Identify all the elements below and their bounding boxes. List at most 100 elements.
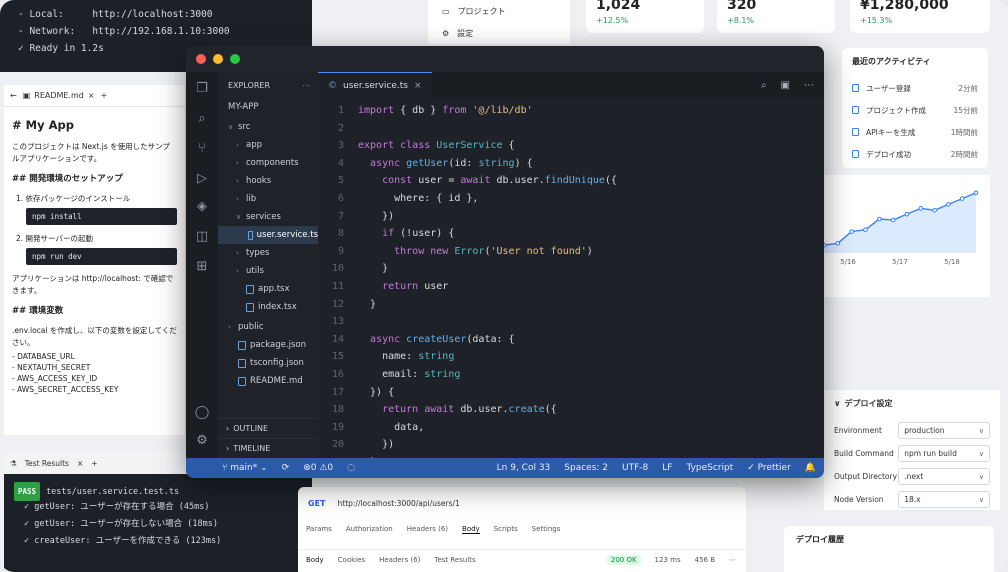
chart-point xyxy=(904,211,910,217)
tab-params[interactable]: Params xyxy=(306,525,332,533)
broadcast-icon[interactable]: ◌ xyxy=(347,463,355,473)
add-tab-icon[interactable]: + xyxy=(101,91,108,100)
problems-icon[interactable]: ⊗0 ⚠0 xyxy=(303,463,333,473)
cursor-position[interactable]: Ln 9, Col 33 xyxy=(497,463,551,473)
more-icon[interactable]: ⋯ xyxy=(729,556,736,564)
tree-file[interactable]: README.md xyxy=(218,372,318,390)
deploy-row-node: Node Version 18.x ∨ xyxy=(834,488,990,511)
close-icon[interactable]: × xyxy=(77,459,83,468)
more-icon[interactable]: ⋯ xyxy=(302,81,310,90)
tree-file[interactable]: user.service.ts xyxy=(218,226,318,244)
project-folder[interactable]: MY-APP xyxy=(218,98,318,116)
resp-tab-tests[interactable]: Test Results xyxy=(434,556,475,564)
line-ending[interactable]: LF xyxy=(662,463,672,473)
tab-headers[interactable]: Headers (6) xyxy=(407,525,448,533)
bell-icon[interactable]: 🔔 xyxy=(805,463,816,473)
request-url[interactable]: http://localhost:3000/api/users/1 xyxy=(338,499,460,508)
gear-icon[interactable]: ⚙ xyxy=(194,432,210,448)
activity-item[interactable]: プロジェクト作成 15分前 xyxy=(852,99,978,121)
local-url[interactable]: http://localhost:3000 xyxy=(92,9,212,20)
close-window-button[interactable] xyxy=(196,54,206,64)
indentation[interactable]: Spaces: 2 xyxy=(564,463,608,473)
editor-tab[interactable]: © user.service.ts × xyxy=(318,72,432,98)
output-directory-select[interactable]: .next ∨ xyxy=(898,468,990,485)
add-tab-icon[interactable]: + xyxy=(91,459,97,468)
tree-folder[interactable]: › types xyxy=(218,244,318,262)
tests-tab-label[interactable]: Test Results xyxy=(25,459,69,468)
extensions-icon[interactable]: ⊞ xyxy=(194,258,210,274)
run-debug-icon[interactable]: ▷ xyxy=(194,170,210,186)
stat-value: 320 xyxy=(727,0,757,13)
code-token: }) xyxy=(358,210,395,222)
resp-tab-cookies[interactable]: Cookies xyxy=(338,556,365,564)
tree-file[interactable]: package.json xyxy=(218,336,318,354)
code-line: 2 xyxy=(318,120,824,137)
sync-icon[interactable]: ⟳ xyxy=(282,463,290,473)
tree-folder[interactable]: ∨ src xyxy=(218,118,318,136)
debug-icon[interactable]: ◈ xyxy=(194,198,210,214)
search-icon[interactable]: ⌕ xyxy=(194,110,210,126)
http-method[interactable]: GET xyxy=(308,499,326,508)
line-number: 6 xyxy=(337,193,344,204)
tree-folder[interactable]: › public xyxy=(218,318,318,336)
tree-folder[interactable]: › utils xyxy=(218,262,318,280)
tab-body[interactable]: Body xyxy=(462,525,480,534)
local-label: - Local: xyxy=(18,9,64,20)
code-area[interactable]: 1 import { db } from '@/lib/db' 2 3 export c… xyxy=(318,98,824,478)
source-control-icon[interactable]: ⑂ xyxy=(194,140,210,156)
code-token: (data: { xyxy=(466,333,515,345)
node-version-select[interactable]: 18.x ∨ xyxy=(898,491,990,508)
readme-tab[interactable]: ▣ README.md × xyxy=(23,91,95,100)
chevron-down-icon: ∨ xyxy=(228,123,234,131)
network-url[interactable]: http://192.168.1.10:3000 xyxy=(92,26,229,37)
activity-item[interactable]: ユーザー登録 2分前 xyxy=(852,77,978,99)
activity-item[interactable]: デプロイ成功 2時間前 xyxy=(852,143,978,165)
tab-scripts[interactable]: Scripts xyxy=(494,525,518,533)
tab-authorization[interactable]: Authorization xyxy=(346,525,393,533)
more-icon[interactable]: ⋯ xyxy=(804,80,814,91)
env-var: - DATABASE_URL xyxy=(12,352,75,361)
deploy-label: Output Directory xyxy=(834,472,898,481)
prettier-status[interactable]: ✓ Prettier xyxy=(747,463,791,473)
tab-settings[interactable]: Settings xyxy=(532,525,561,533)
x-tick-label: 5/16 xyxy=(840,258,856,266)
chevron-right-icon: › xyxy=(236,267,239,275)
files-icon[interactable]: ❐ xyxy=(194,80,210,96)
encoding[interactable]: UTF-8 xyxy=(622,463,648,473)
tree-folder[interactable]: › app xyxy=(218,136,318,154)
build-command-select[interactable]: npm run build ∨ xyxy=(898,445,990,462)
activity-item[interactable]: APIキーを生成 1時間前 xyxy=(852,121,978,143)
resp-tab-body[interactable]: Body xyxy=(306,556,324,564)
remote-icon[interactable]: ◫ xyxy=(194,228,210,244)
chart-point xyxy=(876,216,882,222)
timeline-section[interactable]: › TIMELINE xyxy=(218,438,318,458)
close-icon[interactable]: × xyxy=(414,81,422,91)
account-icon[interactable]: ◯ xyxy=(194,404,210,420)
nav-item-settings[interactable]: ⚙ 設定 xyxy=(428,22,570,44)
deploy-label: Environment xyxy=(834,426,882,435)
branch-indicator[interactable]: ⑂ main* ⌄ xyxy=(222,463,268,473)
tree-file[interactable]: index.tsx xyxy=(218,298,318,316)
language-mode[interactable]: TypeScript xyxy=(686,463,733,473)
maximize-window-button[interactable] xyxy=(230,54,240,64)
minimize-window-button[interactable] xyxy=(213,54,223,64)
tree-folder[interactable]: › components xyxy=(218,154,318,172)
tree-file[interactable]: tsconfig.json xyxy=(218,354,318,372)
nav-item-project[interactable]: ▭ プロジェクト xyxy=(428,0,570,22)
resp-tab-headers[interactable]: Headers (6) xyxy=(379,556,420,564)
close-icon[interactable]: × xyxy=(88,91,95,100)
back-arrow-icon[interactable]: ← xyxy=(10,91,17,100)
tree-folder[interactable]: ∨ services xyxy=(218,208,318,226)
app-screenshot: - Local: http://localhost:3000 - Network… xyxy=(0,0,1008,572)
search-icon[interactable]: ⌕ xyxy=(761,80,767,91)
split-editor-icon[interactable]: ▣ xyxy=(781,80,790,91)
environment-select[interactable]: production ∨ xyxy=(898,422,990,439)
tree-folder[interactable]: › lib xyxy=(218,190,318,208)
test-row: ✓ getUser: ユーザーが存在する場合 (45ms) xyxy=(24,502,210,512)
outline-section[interactable]: › OUTLINE xyxy=(218,418,318,438)
trend-chart: 5/16 5/17 5/18 xyxy=(821,175,990,297)
code-line: 1 import { db } from '@/lib/db' xyxy=(318,102,824,119)
chevron-down-icon[interactable]: ∨ xyxy=(834,399,841,408)
tree-file[interactable]: app.tsx xyxy=(218,280,318,298)
tree-folder[interactable]: › hooks xyxy=(218,172,318,190)
